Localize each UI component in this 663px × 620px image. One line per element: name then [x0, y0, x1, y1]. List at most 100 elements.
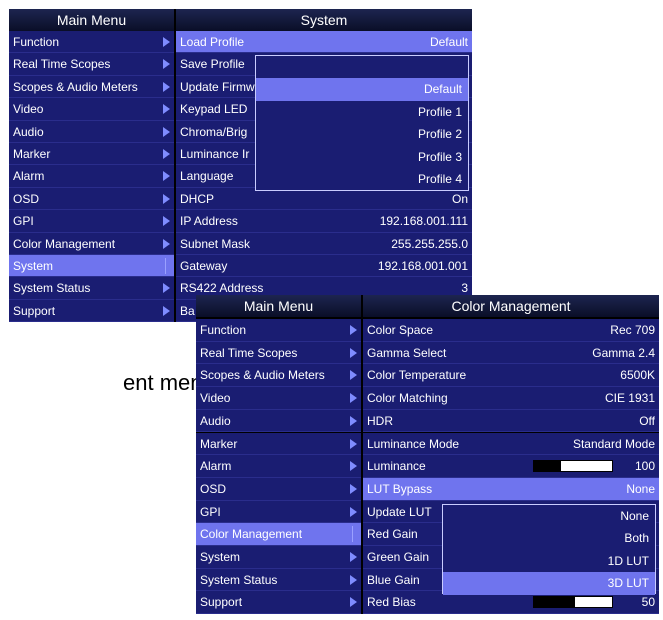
menu-item-label: GPI [13, 214, 34, 229]
setting-value: Off [639, 413, 655, 428]
main-menu-item-support[interactable]: Support [196, 591, 361, 615]
menu-item-label: OSD [200, 481, 227, 496]
setting-row-lut-bypass[interactable]: LUT Bypass None [363, 477, 659, 501]
setting-label: Color Matching [367, 391, 448, 406]
dropdown-option-both[interactable]: Both [443, 527, 655, 549]
setting-value: None [626, 481, 655, 496]
setting-label: DHCP [180, 191, 215, 206]
main-menu-item-osd[interactable]: OSD [9, 187, 174, 211]
chevron-right-icon [163, 305, 170, 316]
main-menu-item-marker[interactable]: Marker [9, 143, 174, 166]
main-menu-item-audio[interactable]: Audio [9, 120, 174, 143]
main-menu-item-scopes-audio-meters[interactable]: Scopes & Audio Meters [196, 364, 361, 388]
dropdown-option-profile-1[interactable]: Profile 1 [256, 101, 468, 123]
setting-label: Red Gain [367, 527, 418, 542]
setting-label: Green Gain [367, 550, 430, 564]
setting-row-color-matching[interactable]: Color Matching CIE 1931 [363, 387, 659, 410]
main-menu-item-color-management[interactable]: Color Management [9, 232, 174, 255]
main-menu-item-function[interactable]: Function [9, 31, 174, 54]
main-menu-item-gpi[interactable]: GPI [196, 500, 361, 524]
menu-item-label: System [13, 259, 54, 273]
menu-item-label: Scopes & Audio Meters [200, 368, 325, 383]
main-menu-item-system-status[interactable]: System Status [196, 568, 361, 592]
chevron-right-icon [350, 438, 357, 449]
setting-row-gamma-select[interactable]: Gamma Select Gamma 2.4 [363, 341, 659, 365]
setting-row-subnet-mask[interactable]: Subnet Mask 255.255.255.0 [176, 232, 472, 255]
main-menu-item-function[interactable]: Function [196, 319, 361, 342]
dropdown-option-default[interactable]: Default [256, 78, 468, 101]
selection-bar-icon [352, 526, 353, 543]
setting-row-color-space[interactable]: Color Space Rec 709 [363, 319, 659, 342]
chevron-right-icon [163, 104, 170, 115]
main-menu-item-color-management[interactable]: Color Management [196, 523, 361, 546]
setting-row-dhcp[interactable]: DHCP On [176, 187, 472, 211]
setting-label: Red Bias [367, 595, 416, 610]
main-menu-item-marker[interactable]: Marker [196, 432, 361, 456]
setting-label: HDR [367, 413, 393, 428]
main-menu-item-real-time-scopes[interactable]: Real Time Scopes [9, 53, 174, 76]
chevron-right-icon [350, 552, 357, 562]
dropdown-option-profile-2[interactable]: Profile 2 [256, 123, 468, 145]
setting-row-ip-address[interactable]: IP Address 192.168.001.111 [176, 210, 472, 233]
menu-item-label: System Status [13, 281, 91, 296]
chevron-right-icon [350, 325, 357, 335]
dropdown-option-3d-lut[interactable]: 3D LUT [443, 572, 655, 595]
menu-item-label: Video [200, 391, 231, 406]
main-menu-item-system[interactable]: System [196, 546, 361, 569]
chevron-right-icon [163, 238, 170, 249]
dropdown-option-blank[interactable] [256, 56, 468, 78]
setting-value: CIE 1931 [604, 391, 655, 406]
menu-item-label: Color Management [13, 236, 116, 251]
setting-row-red-bias[interactable]: Red Bias 50 [363, 591, 659, 615]
setting-row-luminance-mode[interactable]: Luminance Mode Standard Mode [363, 432, 659, 456]
setting-label: Language [180, 169, 234, 184]
chevron-right-icon [350, 370, 357, 381]
setting-label: IP Address [180, 214, 238, 229]
level-slider[interactable] [533, 460, 613, 473]
setting-value: 50 [641, 595, 655, 610]
main-menu-item-video[interactable]: Video [9, 98, 174, 121]
main-menu-item-support[interactable]: Support [9, 299, 174, 323]
main-menu-item-real-time-scopes[interactable]: Real Time Scopes [196, 341, 361, 365]
main-menu-item-scopes-audio-meters[interactable]: Scopes & Audio Meters [9, 75, 174, 99]
load-profile-dropdown[interactable]: Default Profile 1 Profile 2 Profile 3 Profil… [255, 55, 469, 191]
menu-item-label: Marker [13, 147, 51, 161]
main-menu-item-system[interactable]: System [9, 255, 174, 278]
color-management-menu-screen: Main Menu Color Management Function Real … [196, 295, 659, 615]
chevron-right-icon [163, 59, 170, 70]
level-slider[interactable] [533, 596, 613, 609]
dropdown-option-none[interactable]: None [443, 505, 655, 527]
level-slider-fill [534, 597, 576, 608]
setting-row-gateway[interactable]: Gateway 192.168.001.001 [176, 255, 472, 278]
setting-label: Gamma Select [367, 345, 447, 360]
setting-label: Save Profile [180, 57, 245, 72]
menu-item-label: Function [13, 35, 60, 49]
menu-item-label: Support [13, 303, 56, 318]
setting-row-hdr[interactable]: HDR Off [363, 409, 659, 433]
setting-row-color-temperature[interactable]: Color Temperature 6500K [363, 364, 659, 388]
lut-bypass-dropdown[interactable]: None Both 1D LUT 3D LUT [442, 504, 656, 595]
setting-row-load-profile[interactable]: Load Profile Default [176, 31, 472, 54]
menu-item-label: Audio [200, 413, 231, 428]
setting-value: 192.168.001.111 [379, 214, 468, 229]
main-menu-item-system-status[interactable]: System Status [9, 277, 174, 300]
main-menu-item-osd[interactable]: OSD [196, 477, 361, 501]
chevron-right-icon [350, 597, 357, 608]
main-menu-item-alarm[interactable]: Alarm [9, 165, 174, 188]
setting-label: Subnet Mask [180, 236, 251, 251]
dropdown-option-profile-4[interactable]: Profile 4 [256, 168, 468, 190]
chevron-right-icon [163, 171, 170, 182]
main-menu-item-audio[interactable]: Audio [196, 409, 361, 433]
dropdown-option-profile-3[interactable]: Profile 3 [256, 146, 468, 168]
system-menu-screen: Main Menu System Function Real Time Scope… [9, 9, 472, 323]
chevron-right-icon [350, 483, 357, 494]
main-menu-item-gpi[interactable]: GPI [9, 210, 174, 233]
main-menu-item-video[interactable]: Video [196, 387, 361, 410]
menu-item-label: Alarm [13, 169, 45, 184]
submenu-header: Color Management [363, 295, 659, 317]
setting-row-luminance[interactable]: Luminance 100 [363, 455, 659, 478]
main-menu-item-alarm[interactable]: Alarm [196, 455, 361, 478]
chevron-right-icon [163, 149, 170, 159]
chevron-right-icon [163, 193, 170, 204]
dropdown-option-1d-lut[interactable]: 1D LUT [443, 550, 655, 572]
